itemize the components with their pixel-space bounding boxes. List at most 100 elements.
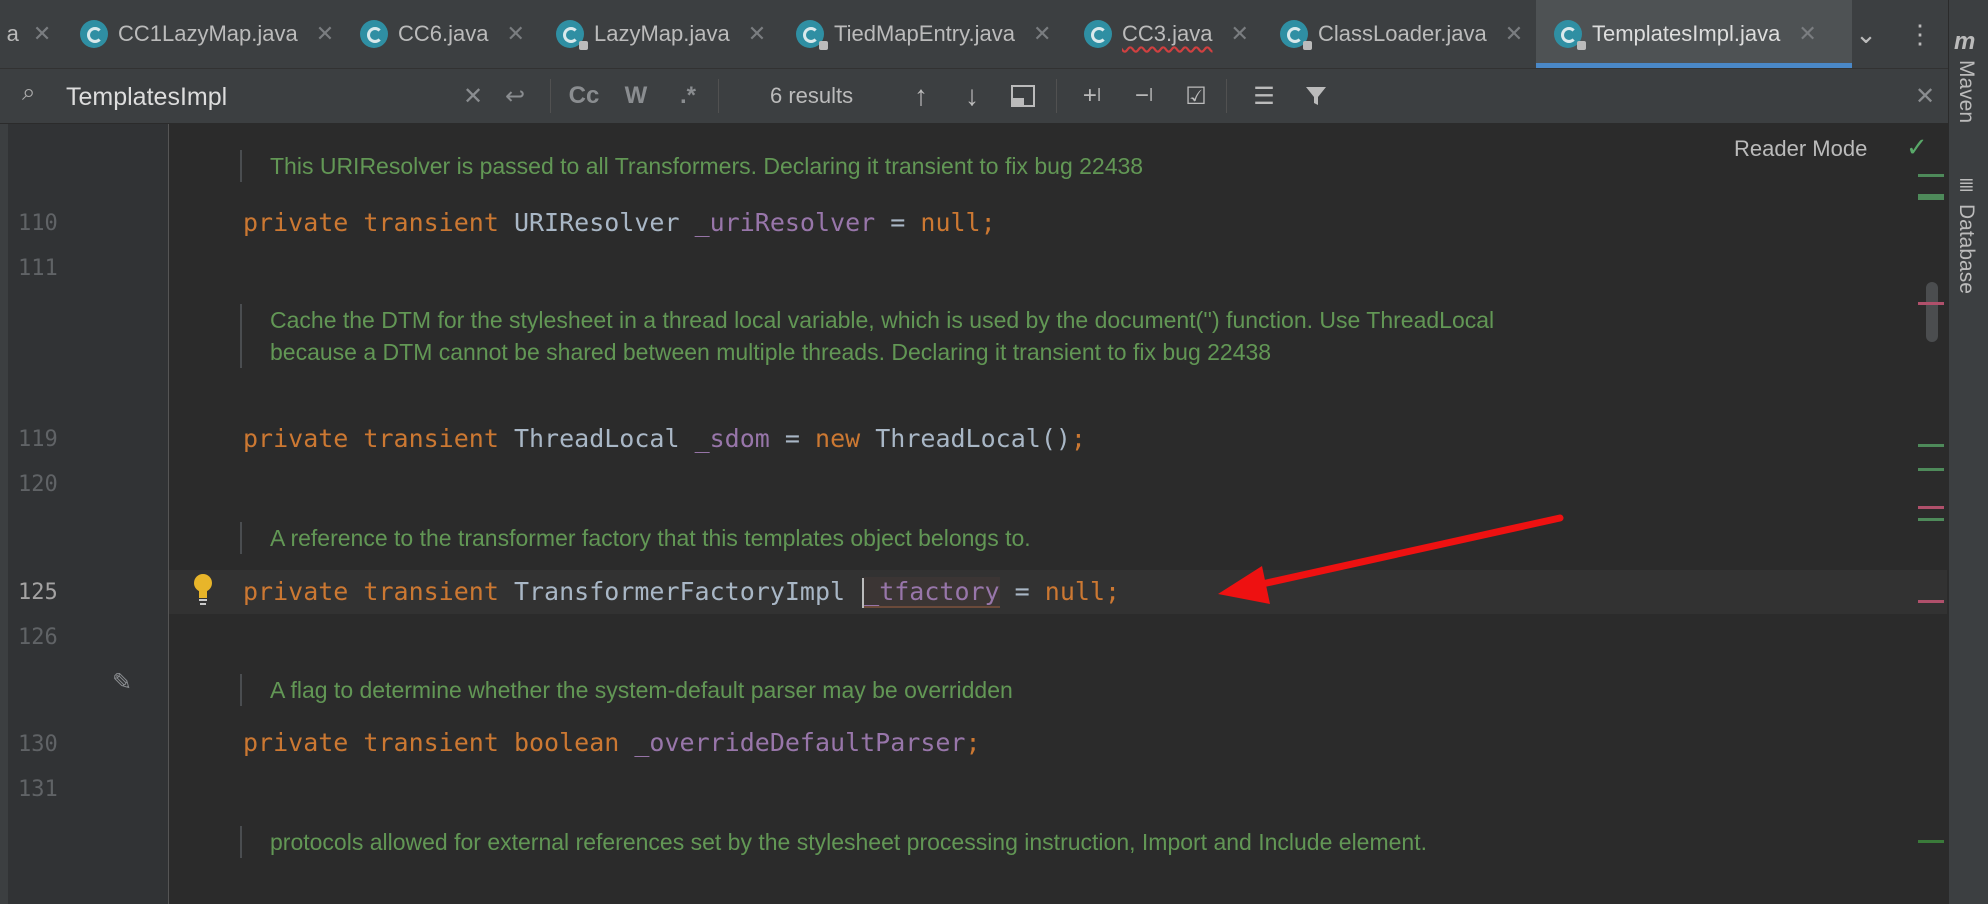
line-number: 110	[18, 211, 58, 236]
operator: =	[1014, 577, 1030, 606]
lightbulb-icon[interactable]	[192, 572, 214, 608]
type-name: ThreadLocal	[513, 424, 680, 453]
tab-partial[interactable]: a ✕	[0, 0, 58, 68]
doc-text: A flag to determine whether the system-d…	[270, 677, 1013, 703]
tab-classloader[interactable]: ClassLoader.java ✕	[1262, 0, 1550, 68]
javadoc-comment: Cache the DTM for the stylesheet in a th…	[240, 304, 1500, 368]
search-marker[interactable]	[1918, 600, 1944, 603]
java-class-icon	[360, 20, 388, 48]
line-number-current: 125	[18, 580, 58, 605]
close-icon[interactable]: ✕	[1910, 77, 1940, 115]
field-name-highlighted: _tfactory	[864, 577, 1000, 608]
open-in-window-icon[interactable]	[1006, 77, 1040, 115]
tab-cc3[interactable]: CC3.java ✕	[1062, 0, 1280, 68]
search-input[interactable]	[64, 77, 448, 117]
arrow-down-icon[interactable]: ↓	[955, 77, 989, 115]
change-marker[interactable]	[1918, 444, 1944, 447]
words-button[interactable]: W	[616, 77, 656, 115]
close-icon[interactable]: ✕	[316, 21, 334, 47]
more-vertical-icon[interactable]: ⋮	[1900, 0, 1940, 68]
close-icon[interactable]: ✕	[1033, 21, 1051, 47]
match-case-button[interactable]: Cc	[564, 77, 604, 115]
java-class-locked-icon	[796, 20, 828, 50]
new-line-icon[interactable]: ↩	[500, 77, 530, 115]
change-marker[interactable]	[1918, 518, 1944, 521]
tab-label: TiedMapEntry.java	[834, 21, 1015, 46]
type-name: URIResolver	[513, 208, 680, 237]
tool-window-database[interactable]: Database	[1954, 204, 1978, 294]
editor-tab-bar: a ✕ CC1LazyMap.java ✕ CC6.java ✕ LazyMap…	[0, 0, 1948, 69]
filter-options-icon[interactable]: ☰	[1244, 77, 1284, 115]
right-tool-strip	[1948, 0, 1988, 904]
close-icon[interactable]: ✕	[1798, 21, 1816, 47]
chevron-down-icon[interactable]: ⌄	[1846, 0, 1886, 68]
line-number: 131	[18, 777, 58, 802]
search-icon[interactable]: ⌕	[22, 79, 35, 107]
doc-text: A reference to the transformer factory t…	[270, 525, 1031, 551]
code-line-119[interactable]: private transient ThreadLocal _sdom = ne…	[243, 424, 1086, 453]
doc-text: protocols allowed for external reference…	[270, 829, 1427, 855]
close-icon[interactable]: ✕	[506, 21, 524, 47]
close-icon[interactable]: ✕	[33, 21, 51, 47]
tab-label: ClassLoader.java	[1318, 21, 1487, 46]
edit-pencil-icon[interactable]: ✎	[112, 668, 132, 697]
close-icon[interactable]: ✕	[1230, 21, 1248, 47]
type-name: boolean	[513, 728, 620, 757]
tab-lazymap[interactable]: LazyMap.java ✕	[536, 0, 790, 68]
add-occurrence-icon[interactable]: + ꟾ	[1072, 77, 1112, 115]
line-number: 120	[18, 472, 58, 497]
divider	[1056, 79, 1057, 113]
line-number: 119	[18, 427, 58, 452]
line-number: 126	[18, 625, 58, 650]
maven-icon[interactable]: m	[1954, 28, 1975, 56]
divider	[718, 79, 719, 113]
operator: =	[784, 424, 800, 453]
select-all-occurrences-icon[interactable]: ☑	[1176, 77, 1216, 115]
tool-window-maven[interactable]: Maven	[1954, 60, 1978, 123]
change-marker[interactable]	[1918, 468, 1944, 471]
code-line-125[interactable]: private transient TransformerFactoryImpl…	[243, 577, 1120, 608]
filter-icon[interactable]	[1296, 77, 1336, 115]
keyword: private transient	[243, 577, 499, 606]
reader-mode-toggle[interactable]: Reader Mode	[1734, 136, 1867, 162]
tab-label: LazyMap.java	[594, 21, 730, 46]
keyword: private transient	[243, 424, 499, 453]
semicolon: ;	[965, 728, 981, 757]
keyword: private transient	[243, 728, 499, 757]
semicolon: ;	[1105, 577, 1121, 606]
database-icon[interactable]: ≣	[1958, 172, 1975, 197]
remove-occurrence-icon[interactable]: − ꟾ	[1124, 77, 1164, 115]
tab-label: CC3.java	[1122, 21, 1213, 46]
change-marker[interactable]	[1918, 194, 1944, 200]
null-literal: null	[920, 208, 981, 237]
line-number: 111	[18, 256, 58, 281]
tab-cc6[interactable]: CC6.java ✕	[338, 0, 555, 68]
divider	[1226, 79, 1227, 113]
keyword: private transient	[243, 208, 499, 237]
search-marker[interactable]	[1918, 302, 1944, 305]
code-line-130[interactable]: private transient boolean _overrideDefau…	[243, 728, 981, 757]
java-class-icon	[1084, 20, 1112, 48]
close-icon[interactable]: ✕	[1505, 21, 1523, 47]
code-line-110[interactable]: private transient URIResolver _uriResolv…	[243, 208, 996, 237]
java-class-icon	[80, 20, 108, 48]
tab-tiedmapentry[interactable]: TiedMapEntry.java ✕	[778, 0, 1070, 68]
search-marker[interactable]	[1918, 506, 1944, 509]
search-results-count: 6 results	[770, 83, 854, 108]
tab-cc1lazymap[interactable]: CC1LazyMap.java ✕	[62, 0, 352, 68]
doc-text: Cache the DTM for the stylesheet in a th…	[270, 307, 1495, 365]
javadoc-comment: protocols allowed for external reference…	[240, 826, 1530, 858]
line-number: 130	[18, 732, 58, 757]
change-marker[interactable]	[1918, 174, 1944, 177]
tab-label: TemplatesImpl.java	[1592, 21, 1781, 46]
tab-templatesimpl[interactable]: TemplatesImpl.java ✕	[1536, 0, 1852, 68]
change-marker[interactable]	[1918, 840, 1944, 843]
regex-button[interactable]: .*	[668, 77, 708, 115]
scrollbar-thumb[interactable]	[1926, 282, 1938, 342]
arrow-up-icon[interactable]: ↑	[904, 77, 938, 115]
close-icon[interactable]: ✕	[748, 21, 766, 47]
clear-search-icon[interactable]: ✕	[458, 77, 488, 115]
keyword-new: new	[815, 424, 861, 453]
find-bar: ⌕ ✕ ↩ Cc W .* 6 results ↑ ↓ +ꟾ −ꟾ ☑ ☰ ✕	[0, 69, 1948, 124]
constructor-call: ThreadLocal()	[875, 424, 1071, 453]
